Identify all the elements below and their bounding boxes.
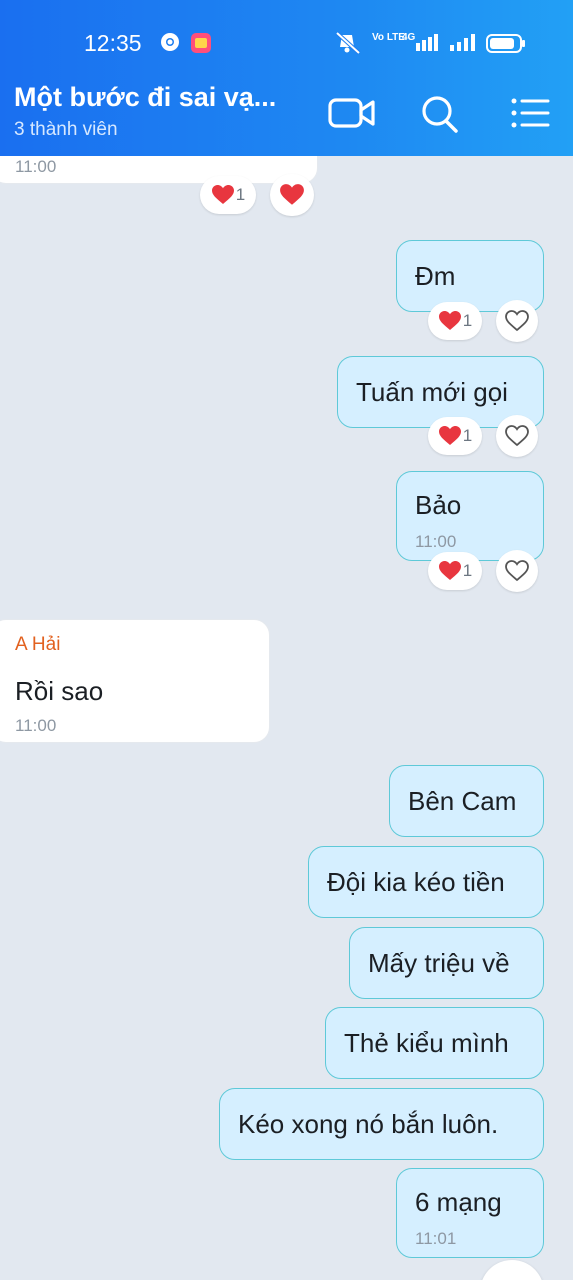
search-icon xyxy=(422,96,458,133)
heart-outline-icon xyxy=(505,425,529,447)
sender-name[interactable]: A Hải xyxy=(15,634,60,656)
message-text: Thẻ kiểu mình xyxy=(344,1027,509,1058)
reaction-count[interactable]: 1 xyxy=(428,552,482,590)
menu-button[interactable] xyxy=(506,90,558,136)
status-time: 12:35 xyxy=(84,30,142,56)
chat-header: 12:35 Vo LTE 4G Một bước đi sai vạ... 3 … xyxy=(0,0,573,156)
message-bubble[interactable]: Kéo xong nó bắn luôn. xyxy=(219,1088,544,1160)
message-bubble[interactable]: 6 mạng 11:01 xyxy=(396,1168,544,1258)
message-time: 11:00 xyxy=(15,716,57,735)
message-text: Đm xyxy=(415,260,456,291)
message-time: 11:00 xyxy=(15,157,57,176)
chrome-icon xyxy=(160,32,180,57)
volte-icon: Vo LTE xyxy=(372,32,405,43)
heart-outline-icon xyxy=(505,310,529,332)
react-heart-button[interactable] xyxy=(496,550,538,592)
message-bubble[interactable]: 11:00 xyxy=(0,156,318,184)
mute-icon xyxy=(333,31,363,60)
message-bubble[interactable]: Bên Cam xyxy=(389,765,544,837)
message-bubble[interactable]: Thẻ kiểu mình xyxy=(325,1007,544,1079)
heart-icon xyxy=(438,561,461,580)
reaction-count-value: 1 xyxy=(235,185,246,204)
message-bubble[interactable]: A Hải Rồi sao 11:00 xyxy=(0,619,270,743)
reaction-count-value: 1 xyxy=(462,561,473,580)
message-text: Đội kia kéo tiền xyxy=(327,866,505,897)
heart-outline-icon xyxy=(505,560,529,582)
message-text: Kéo xong nó bắn luôn. xyxy=(238,1108,499,1139)
heart-icon xyxy=(280,184,304,205)
message-text: Mấy triệu về xyxy=(368,947,510,978)
message-bubble[interactable]: Đội kia kéo tiền xyxy=(308,846,544,918)
message-text: Bên Cam xyxy=(408,785,517,816)
react-heart-button[interactable] xyxy=(496,300,538,342)
signal-icon xyxy=(450,33,478,58)
message-text: Bảo xyxy=(415,490,462,520)
video-call-icon xyxy=(328,98,375,128)
message-bubble[interactable]: Bảo 11:00 xyxy=(396,471,544,561)
signal-4g-icon: 4G xyxy=(402,29,442,60)
group-title[interactable]: Một bước đi sai vạ... xyxy=(14,82,276,113)
reaction-count-value: 1 xyxy=(462,311,473,330)
member-count[interactable]: 3 thành viên xyxy=(14,119,118,141)
message-time: 11:01 xyxy=(415,1229,457,1248)
scroll-to-bottom-button[interactable] xyxy=(480,1260,544,1280)
react-heart-button[interactable] xyxy=(496,415,538,457)
message-text: Tuấn mới gọi xyxy=(356,376,508,407)
reaction-count-value: 1 xyxy=(462,426,473,445)
react-heart-button[interactable] xyxy=(270,174,314,216)
svg-text:4G: 4G xyxy=(402,32,416,43)
status-bar: 12:35 Vo LTE 4G xyxy=(0,0,573,70)
video-call-button[interactable] xyxy=(326,90,378,136)
reaction-count[interactable]: 1 xyxy=(428,302,482,340)
battery-icon xyxy=(486,34,526,59)
heart-icon xyxy=(211,185,234,204)
search-button[interactable] xyxy=(414,90,466,136)
app-bar: Một bước đi sai vạ... 3 thành viên xyxy=(0,70,573,156)
reaction-count[interactable]: 1 xyxy=(200,176,256,214)
reaction-count[interactable]: 1 xyxy=(428,417,482,455)
message-list[interactable]: 11:00 1 Đm 1 Tuấn mới gọi 1 Bảo 11:00 1 xyxy=(0,156,573,1280)
message-time: 11:00 xyxy=(415,532,457,551)
heart-icon xyxy=(438,426,461,445)
message-text: Rồi sao xyxy=(15,676,104,706)
message-text: 6 mạng xyxy=(415,1187,502,1217)
app-notification-icon xyxy=(190,32,212,59)
heart-icon xyxy=(438,311,461,330)
message-bubble[interactable]: Mấy triệu về xyxy=(349,927,544,999)
menu-icon xyxy=(511,98,550,128)
